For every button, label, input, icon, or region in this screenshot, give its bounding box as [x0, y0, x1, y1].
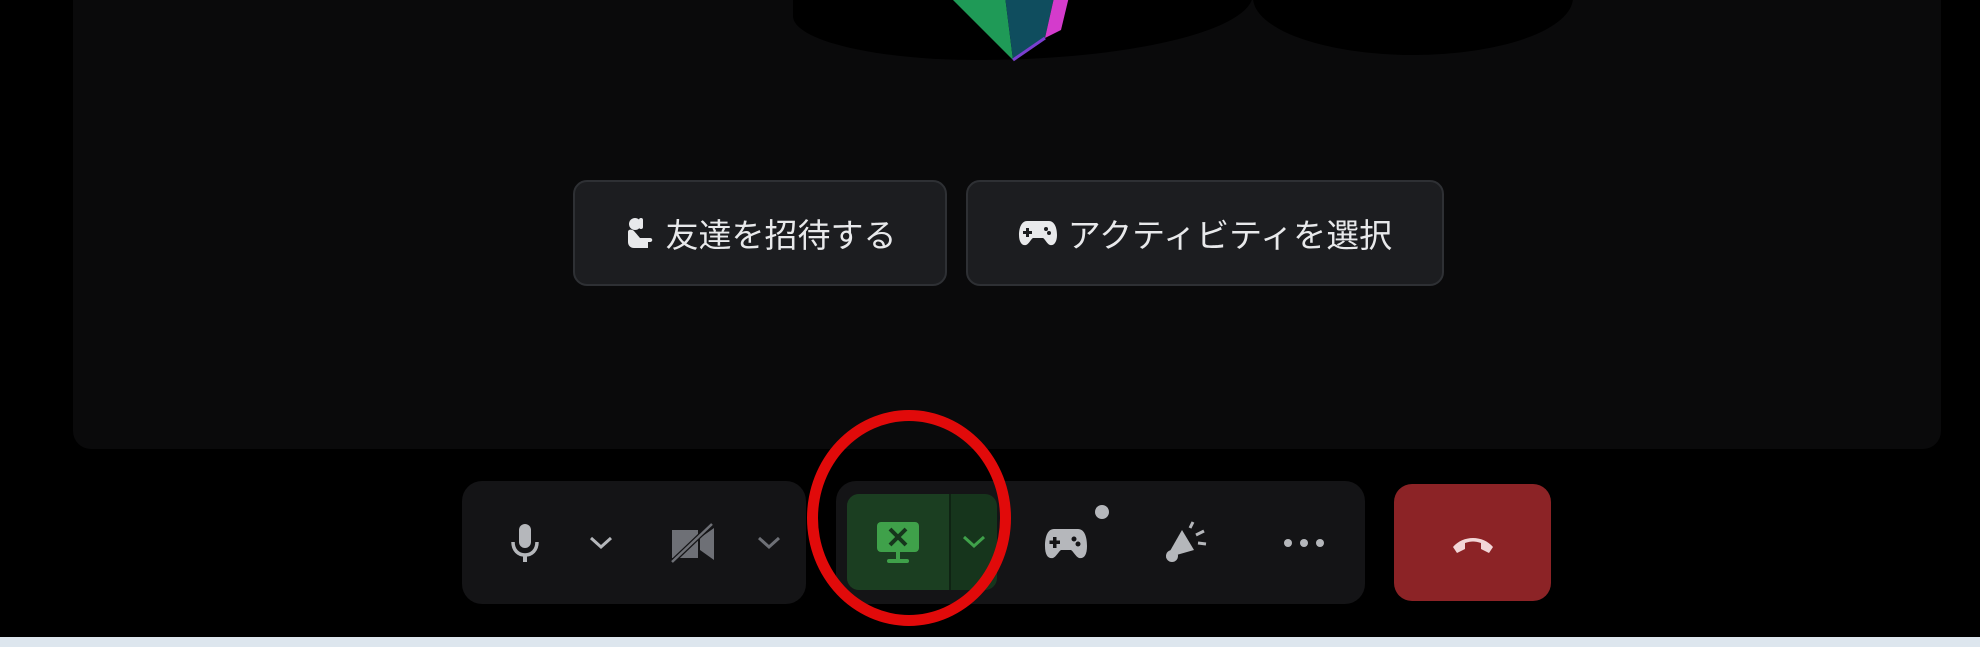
camera-options-button[interactable] [750, 526, 788, 560]
crystal-illustration [953, 0, 1069, 62]
chevron-down-icon [962, 535, 986, 549]
microphone-button[interactable] [500, 516, 550, 570]
call-screen: 友達を招待する アクティビティを選択 [0, 0, 1980, 647]
window-bottom-edge [0, 637, 1980, 647]
choose-activity-button[interactable]: アクティビティを選択 [966, 180, 1444, 286]
screen-share-options-button[interactable] [951, 494, 997, 590]
call-stage: 友達を招待する アクティビティを選択 [73, 0, 1941, 449]
invite-friends-label: 友達を招待する [665, 216, 897, 255]
activity-button[interactable] [1040, 520, 1092, 566]
gamepad-icon [1045, 529, 1087, 559]
invite-person-icon [627, 218, 652, 248]
more-options-button[interactable] [1280, 530, 1328, 556]
soundboard-icon [1166, 521, 1207, 562]
screen-share-stop-icon [877, 522, 919, 563]
soundboard-button[interactable] [1158, 518, 1210, 568]
invite-friends-button[interactable]: 友達を招待する [573, 180, 947, 286]
screen-share-control [847, 494, 997, 590]
stage-shadow-right [1253, 0, 1573, 55]
disconnect-button[interactable] [1394, 484, 1551, 601]
camera-button[interactable] [665, 518, 721, 568]
chevron-down-icon [757, 536, 781, 550]
microphone-icon [511, 524, 539, 562]
chevron-down-icon [589, 536, 613, 550]
camera-off-icon [670, 522, 714, 564]
ellipsis-icon [1284, 539, 1324, 547]
choose-activity-label: アクティビティを選択 [1067, 216, 1393, 255]
gamepad-icon [1018, 221, 1057, 246]
phone-hangup-icon [1452, 537, 1493, 553]
microphone-options-button[interactable] [582, 526, 620, 560]
activity-notification-dot [1092, 502, 1112, 522]
stop-screen-share-button[interactable] [847, 494, 949, 590]
